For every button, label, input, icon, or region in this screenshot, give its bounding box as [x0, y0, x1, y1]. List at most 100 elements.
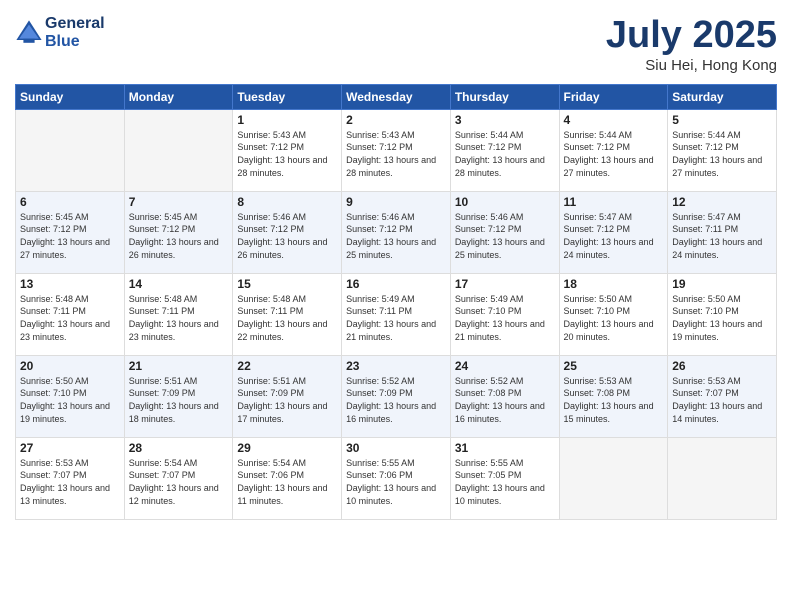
day-info: Sunrise: 5:51 AM Sunset: 7:09 PM Dayligh…: [237, 375, 337, 425]
calendar-cell: 9 Sunrise: 5:46 AM Sunset: 7:12 PM Daylig…: [342, 191, 451, 273]
day-number: 7: [129, 195, 229, 209]
day-info: Sunrise: 5:53 AM Sunset: 7:07 PM Dayligh…: [672, 375, 772, 425]
calendar-cell: [559, 437, 668, 519]
day-number: 4: [564, 113, 664, 127]
month-title: July 2025: [606, 15, 777, 57]
calendar-cell: 17 Sunrise: 5:49 AM Sunset: 7:10 PM Dayli…: [450, 273, 559, 355]
day-info: Sunrise: 5:55 AM Sunset: 7:05 PM Dayligh…: [455, 457, 555, 507]
calendar-cell: 29 Sunrise: 5:54 AM Sunset: 7:06 PM Dayli…: [233, 437, 342, 519]
day-info: Sunrise: 5:46 AM Sunset: 7:12 PM Dayligh…: [237, 211, 337, 261]
calendar-cell: 1 Sunrise: 5:43 AM Sunset: 7:12 PM Daylig…: [233, 109, 342, 191]
day-info: Sunrise: 5:53 AM Sunset: 7:08 PM Dayligh…: [564, 375, 664, 425]
day-info: Sunrise: 5:51 AM Sunset: 7:09 PM Dayligh…: [129, 375, 229, 425]
calendar-cell: 24 Sunrise: 5:52 AM Sunset: 7:08 PM Dayli…: [450, 355, 559, 437]
day-info: Sunrise: 5:45 AM Sunset: 7:12 PM Dayligh…: [20, 211, 120, 261]
calendar-cell: 7 Sunrise: 5:45 AM Sunset: 7:12 PM Daylig…: [124, 191, 233, 273]
day-number: 26: [672, 359, 772, 373]
day-info: Sunrise: 5:46 AM Sunset: 7:12 PM Dayligh…: [455, 211, 555, 261]
day-number: 28: [129, 441, 229, 455]
calendar-table: SundayMondayTuesdayWednesdayThursdayFrid…: [15, 84, 777, 520]
day-number: 8: [237, 195, 337, 209]
title-block: July 2025 Siu Hei, Hong Kong: [606, 15, 777, 74]
day-number: 10: [455, 195, 555, 209]
calendar-cell: 4 Sunrise: 5:44 AM Sunset: 7:12 PM Daylig…: [559, 109, 668, 191]
weekday-header-row: SundayMondayTuesdayWednesdayThursdayFrid…: [16, 84, 777, 109]
day-info: Sunrise: 5:44 AM Sunset: 7:12 PM Dayligh…: [672, 129, 772, 179]
calendar-cell: 30 Sunrise: 5:55 AM Sunset: 7:06 PM Dayli…: [342, 437, 451, 519]
day-info: Sunrise: 5:47 AM Sunset: 7:12 PM Dayligh…: [564, 211, 664, 261]
day-info: Sunrise: 5:54 AM Sunset: 7:06 PM Dayligh…: [237, 457, 337, 507]
week-row-3: 13Sunrise: 5:48 AM Sunset: 7:11 PM Dayli…: [16, 273, 777, 355]
calendar-cell: 12 Sunrise: 5:47 AM Sunset: 7:11 PM Dayli…: [668, 191, 777, 273]
day-info: Sunrise: 5:49 AM Sunset: 7:10 PM Dayligh…: [455, 293, 555, 343]
day-number: 15: [237, 277, 337, 291]
week-row-2: 6Sunrise: 5:45 AM Sunset: 7:12 PM Daylig…: [16, 191, 777, 273]
day-info: Sunrise: 5:55 AM Sunset: 7:06 PM Dayligh…: [346, 457, 446, 507]
calendar-cell: [124, 109, 233, 191]
day-info: Sunrise: 5:44 AM Sunset: 7:12 PM Dayligh…: [455, 129, 555, 179]
day-number: 22: [237, 359, 337, 373]
day-number: 1: [237, 113, 337, 127]
day-number: 11: [564, 195, 664, 209]
day-number: 31: [455, 441, 555, 455]
calendar-cell: [16, 109, 125, 191]
day-number: 30: [346, 441, 446, 455]
day-info: Sunrise: 5:47 AM Sunset: 7:11 PM Dayligh…: [672, 211, 772, 261]
day-number: 20: [20, 359, 120, 373]
calendar-cell: 21 Sunrise: 5:51 AM Sunset: 7:09 PM Dayli…: [124, 355, 233, 437]
day-number: 21: [129, 359, 229, 373]
week-row-4: 20 Sunrise: 5:50 AM Sunset: 7:10 PM Dayli…: [16, 355, 777, 437]
day-info: Sunrise: 5:45 AM Sunset: 7:12 PM Dayligh…: [129, 211, 229, 261]
day-number: 3: [455, 113, 555, 127]
calendar-cell: 20 Sunrise: 5:50 AM Sunset: 7:10 PM Dayli…: [16, 355, 125, 437]
calendar-cell: 2Sunrise: 5:43 AM Sunset: 7:12 PM Daylig…: [342, 109, 451, 191]
day-info: Sunrise: 5:43 AM Sunset: 7:12 PM Dayligh…: [346, 129, 446, 179]
day-number: 9: [346, 195, 446, 209]
calendar-cell: 13Sunrise: 5:48 AM Sunset: 7:11 PM Dayli…: [16, 273, 125, 355]
day-info: Sunrise: 5:48 AM Sunset: 7:11 PM Dayligh…: [237, 293, 337, 343]
day-info: Sunrise: 5:49 AM Sunset: 7:11 PM Dayligh…: [346, 293, 446, 343]
day-info: Sunrise: 5:44 AM Sunset: 7:12 PM Dayligh…: [564, 129, 664, 179]
day-number: 19: [672, 277, 772, 291]
calendar-cell: 11 Sunrise: 5:47 AM Sunset: 7:12 PM Dayli…: [559, 191, 668, 273]
day-info: Sunrise: 5:43 AM Sunset: 7:12 PM Dayligh…: [237, 129, 337, 179]
day-info: Sunrise: 5:50 AM Sunset: 7:10 PM Dayligh…: [564, 293, 664, 343]
weekday-header-monday: Monday: [124, 84, 233, 109]
weekday-header-sunday: Sunday: [16, 84, 125, 109]
calendar-cell: 15 Sunrise: 5:48 AM Sunset: 7:11 PM Dayli…: [233, 273, 342, 355]
day-number: 5: [672, 113, 772, 127]
day-number: 12: [672, 195, 772, 209]
day-number: 25: [564, 359, 664, 373]
day-info: Sunrise: 5:53 AM Sunset: 7:07 PM Dayligh…: [20, 457, 120, 507]
weekday-header-thursday: Thursday: [450, 84, 559, 109]
weekday-header-saturday: Saturday: [668, 84, 777, 109]
header: General Blue July 2025 Siu Hei, Hong Kon…: [15, 15, 777, 74]
calendar-cell: 19 Sunrise: 5:50 AM Sunset: 7:10 PM Dayli…: [668, 273, 777, 355]
calendar-cell: 3 Sunrise: 5:44 AM Sunset: 7:12 PM Daylig…: [450, 109, 559, 191]
calendar-cell: 23Sunrise: 5:52 AM Sunset: 7:09 PM Dayli…: [342, 355, 451, 437]
day-info: Sunrise: 5:48 AM Sunset: 7:11 PM Dayligh…: [129, 293, 229, 343]
day-info: Sunrise: 5:50 AM Sunset: 7:10 PM Dayligh…: [672, 293, 772, 343]
calendar-cell: 14Sunrise: 5:48 AM Sunset: 7:11 PM Dayli…: [124, 273, 233, 355]
calendar-cell: 27 Sunrise: 5:53 AM Sunset: 7:07 PM Dayli…: [16, 437, 125, 519]
day-info: Sunrise: 5:52 AM Sunset: 7:09 PM Dayligh…: [346, 375, 446, 425]
day-number: 16: [346, 277, 446, 291]
day-number: 17: [455, 277, 555, 291]
day-info: Sunrise: 5:54 AM Sunset: 7:07 PM Dayligh…: [129, 457, 229, 507]
calendar-cell: 25 Sunrise: 5:53 AM Sunset: 7:08 PM Dayli…: [559, 355, 668, 437]
page: General Blue July 2025 Siu Hei, Hong Kon…: [0, 0, 792, 612]
calendar-cell: 31 Sunrise: 5:55 AM Sunset: 7:05 PM Dayli…: [450, 437, 559, 519]
week-row-5: 27 Sunrise: 5:53 AM Sunset: 7:07 PM Dayli…: [16, 437, 777, 519]
day-number: 24: [455, 359, 555, 373]
calendar-cell: 8 Sunrise: 5:46 AM Sunset: 7:12 PM Daylig…: [233, 191, 342, 273]
day-info: Sunrise: 5:50 AM Sunset: 7:10 PM Dayligh…: [20, 375, 120, 425]
day-info: Sunrise: 5:52 AM Sunset: 7:08 PM Dayligh…: [455, 375, 555, 425]
day-number: 27: [20, 441, 120, 455]
day-number: 18: [564, 277, 664, 291]
logo: General Blue: [15, 15, 105, 50]
calendar-cell: 10 Sunrise: 5:46 AM Sunset: 7:12 PM Dayli…: [450, 191, 559, 273]
logo-text: General Blue: [45, 15, 105, 50]
day-number: 29: [237, 441, 337, 455]
day-info: Sunrise: 5:46 AM Sunset: 7:12 PM Dayligh…: [346, 211, 446, 261]
calendar-cell: [668, 437, 777, 519]
